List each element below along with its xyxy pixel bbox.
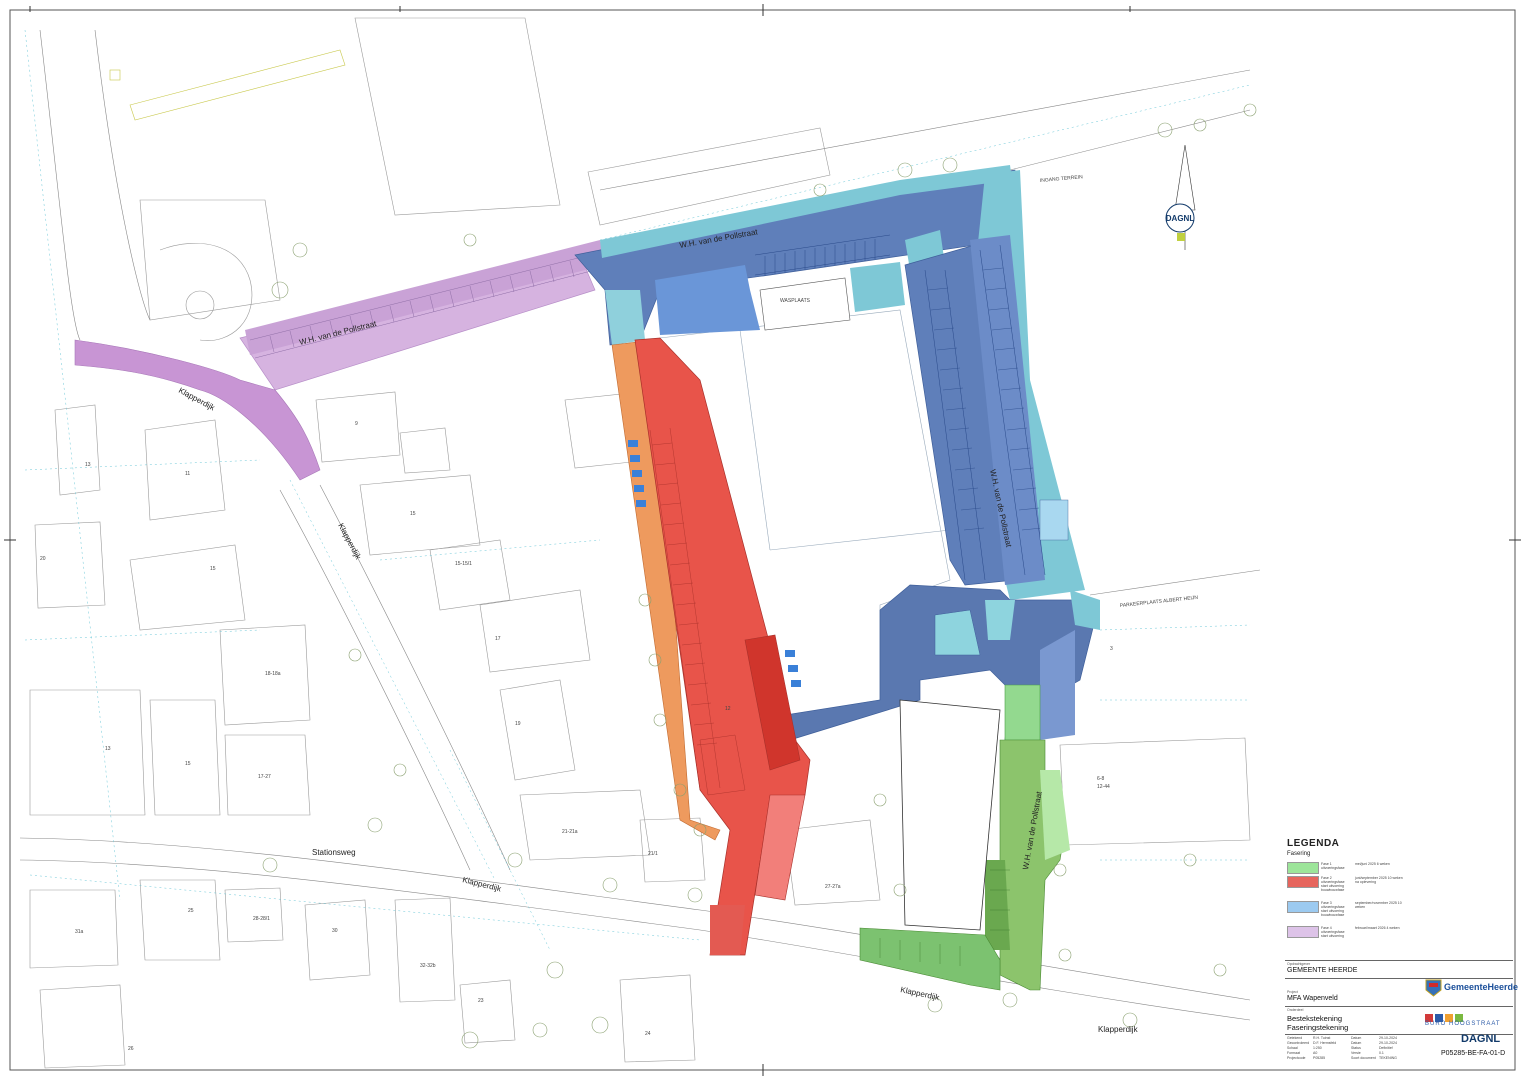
roundabout bbox=[159, 243, 253, 341]
svg-text:11: 11 bbox=[185, 471, 190, 477]
svg-text:12-44: 12-44 bbox=[1097, 784, 1110, 790]
heerde-logo-text: GemeenteHeerde bbox=[1444, 982, 1519, 992]
street-label-klapperdijk-far: Klapperdijk bbox=[1098, 1025, 1139, 1034]
svg-text:6-8: 6-8 bbox=[1097, 776, 1104, 782]
svg-text:19: 19 bbox=[515, 721, 521, 727]
opdrachtgever-label: Opdrachtgever bbox=[1287, 962, 1311, 966]
label-ingang-terrein: INGANG TERREIN bbox=[1040, 174, 1084, 184]
svg-text:28-28/1: 28-28/1 bbox=[253, 916, 270, 922]
legend-desc: juni/september 2025 10 weken na opleveri… bbox=[1355, 876, 1403, 884]
legend-label: Fase 3 uitvoeringsfase start uitvoering … bbox=[1321, 901, 1345, 917]
wasplaats-building bbox=[759, 277, 851, 331]
svg-text:17: 17 bbox=[495, 636, 501, 642]
svg-text:23: 23 bbox=[478, 998, 484, 1004]
street-label-klapperdijk-south: Klapperdijk bbox=[462, 875, 504, 894]
divider bbox=[1285, 1006, 1513, 1007]
yellow-outline bbox=[109, 49, 346, 121]
legend-row-phase4: Fase 4 uitvoeringsfase start uitvoering … bbox=[1287, 926, 1407, 938]
legend-label: Fase 2 uitvoeringsfase start uitvoering … bbox=[1321, 876, 1345, 892]
legend-swatch bbox=[1287, 876, 1319, 888]
street-label-klapperdijk-mid: Klapperdijk bbox=[336, 522, 363, 562]
svg-text:31a: 31a bbox=[75, 929, 84, 935]
project-label: Project bbox=[1287, 990, 1298, 994]
street-label-klapperdijk-se: Klapperdijk bbox=[900, 985, 942, 1002]
svg-text:15: 15 bbox=[410, 511, 416, 517]
svg-text:12: 12 bbox=[725, 706, 731, 712]
svg-text:9: 9 bbox=[355, 421, 358, 427]
svg-text:15-15/1: 15-15/1 bbox=[455, 561, 472, 567]
svg-text:15: 15 bbox=[210, 566, 216, 572]
onderdeel-value-2: Faseringstekening bbox=[1287, 1023, 1349, 1032]
svg-text:24: 24 bbox=[645, 1031, 651, 1037]
svg-text:13: 13 bbox=[105, 746, 111, 752]
legend-row-phase3: Fase 3 uitvoeringsfase start uitvoering … bbox=[1287, 901, 1407, 917]
svg-text:17-27: 17-27 bbox=[258, 774, 271, 780]
opdrachtgever-value: GEMEENTE HEERDE bbox=[1287, 967, 1358, 974]
drawing-code: P05285-BE-FA-01-D bbox=[1441, 1050, 1506, 1057]
svg-text:21/1: 21/1 bbox=[648, 851, 658, 857]
svg-text:15: 15 bbox=[185, 761, 191, 767]
legend-desc: februari/maart 2026 4 weken bbox=[1355, 926, 1400, 930]
gemeente-heerde-logo: GemeenteHeerde bbox=[1425, 979, 1518, 997]
legend-label: Fase 1 uitvoeringsfase bbox=[1321, 862, 1345, 870]
svg-text:26: 26 bbox=[128, 1046, 134, 1052]
phase4-area bbox=[74, 240, 605, 481]
svg-text:18-18a: 18-18a bbox=[265, 671, 281, 677]
svg-text:30: 30 bbox=[332, 928, 338, 934]
street-label-stationsweg: Stationsweg bbox=[312, 848, 356, 857]
onderdeel-label: Onderdeel bbox=[1287, 1008, 1304, 1012]
dagnl-logo-text: DAGNL bbox=[1461, 1033, 1501, 1045]
legend-row-phase1: Fase 1 uitvoeringsfase mei/juni 2025 6 w… bbox=[1287, 862, 1407, 874]
svg-text:13: 13 bbox=[85, 462, 91, 468]
legend-swatch bbox=[1287, 862, 1319, 874]
drawing-sheet: DAGNL W.H. van de Pollstraat W.H. van de… bbox=[0, 0, 1526, 1080]
north-arrow-logo: DAGNL bbox=[1166, 214, 1195, 223]
svg-text:20: 20 bbox=[40, 556, 46, 562]
buro-hoogstraat-logo: BURO HOOGSTRAAT bbox=[1425, 1011, 1511, 1029]
legend-desc: mei/juni 2025 6 weken bbox=[1355, 862, 1390, 866]
north-arrow: DAGNL bbox=[1165, 144, 1196, 250]
phase1-area bbox=[859, 684, 1070, 991]
legend-row-phase2: Fase 2 uitvoeringsfase start uitvoering … bbox=[1287, 876, 1407, 892]
label-wasplaats: WASPLAATS bbox=[780, 298, 811, 304]
svg-text:25: 25 bbox=[188, 908, 194, 914]
svg-text:32-32b: 32-32b bbox=[420, 963, 436, 969]
label-parkeerplaats: PARKEERPLAATS ALBERT HEIJN bbox=[1120, 595, 1199, 609]
project-value: MFA Wapenveld bbox=[1287, 995, 1338, 1002]
onderdeel-value-1: Bestekstekening bbox=[1287, 1014, 1343, 1023]
legend-desc: september/november 2025 10 weken bbox=[1355, 901, 1402, 909]
svg-text:21-21a: 21-21a bbox=[562, 829, 578, 835]
legend-subtitle: Fasering bbox=[1287, 851, 1311, 857]
title-block: LEGENDA Fasering Fase 1 uitvoeringsfase … bbox=[1285, 838, 1519, 1060]
svg-text:27-27a: 27-27a bbox=[825, 884, 841, 890]
phase2-area bbox=[611, 337, 811, 956]
legend-label: Fase 4 uitvoeringsfase start uitvoering bbox=[1321, 926, 1345, 938]
legend-swatch bbox=[1287, 926, 1319, 938]
svg-text:3: 3 bbox=[1110, 646, 1113, 652]
legend-title: LEGENDA bbox=[1287, 838, 1340, 849]
buro-logo-text: BURO HOOGSTRAAT bbox=[1425, 1021, 1501, 1027]
legend-swatch bbox=[1287, 901, 1319, 913]
divider bbox=[1285, 960, 1513, 961]
